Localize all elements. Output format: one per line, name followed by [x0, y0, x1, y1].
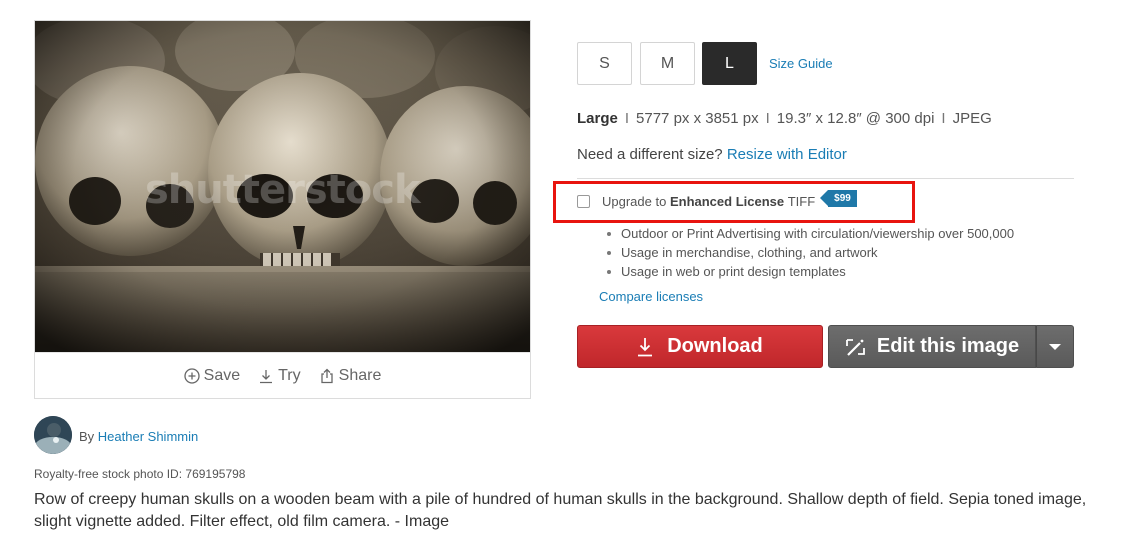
list-item: Usage in web or print design templates [607, 262, 1014, 281]
download-button[interactable]: Download [577, 325, 823, 368]
compare-licenses-link[interactable]: Compare licenses [599, 289, 703, 304]
license-benefits-list: Outdoor or Print Advertising with circul… [607, 224, 1014, 281]
try-button[interactable]: Try [258, 367, 301, 385]
size-small-button[interactable]: S [577, 42, 632, 85]
license-format: TIFF [787, 194, 816, 209]
download-label: Download [667, 335, 763, 357]
need-size-line: Need a different size? Resize with Edito… [577, 146, 847, 163]
enhanced-license-label: Enhanced License [669, 194, 785, 209]
save-button[interactable]: Save [184, 367, 240, 385]
author-prefix: By [79, 429, 95, 444]
share-label: Share [338, 366, 382, 384]
download-arrow-icon [260, 369, 273, 383]
size-medium-button[interactable]: M [640, 42, 695, 85]
spec-pixels: 5777 px x 3851 px [636, 110, 759, 127]
edit-options-dropdown[interactable] [1036, 325, 1074, 368]
size-guide-link[interactable]: Size Guide [769, 56, 833, 71]
plus-circle-icon [184, 367, 200, 384]
photo-id: Royalty-free stock photo ID: 769195798 [34, 467, 246, 481]
try-label: Try [278, 366, 301, 384]
divider [577, 178, 1074, 179]
magic-wand-icon [845, 338, 865, 356]
author-avatar-image [34, 416, 72, 454]
size-name: Large [577, 110, 618, 127]
caret-down-icon [1049, 343, 1061, 350]
price-tag: $99 [820, 190, 857, 207]
edit-image-button[interactable]: Edit this image [828, 325, 1036, 368]
enhanced-license-checkbox[interactable] [577, 195, 590, 208]
spec-inches: 19.3″ x 12.8″ @ 300 dpi [776, 110, 935, 127]
edit-label: Edit this image [876, 335, 1020, 357]
watermark-text: shutterstock [145, 167, 421, 213]
need-size-text: Need a different size? [577, 146, 723, 163]
image-actions: Save Try Share [35, 352, 530, 398]
download-arrow-icon [638, 337, 653, 356]
spec-separator: I [624, 110, 630, 127]
spec-separator: I [941, 110, 946, 127]
spec-format: JPEG [952, 110, 992, 127]
author-link[interactable]: Heather Shimmin [98, 429, 198, 444]
upgrade-license-row[interactable]: Upgrade to Enhanced License TIFF $99 [577, 190, 857, 210]
list-item: Outdoor or Print Advertising with circul… [607, 224, 1014, 243]
size-large-button[interactable]: L [702, 42, 757, 85]
share-button[interactable]: Share [319, 366, 382, 385]
upgrade-prefix: Upgrade to [602, 194, 667, 209]
save-label: Save [203, 366, 241, 384]
image-description: Row of creepy human skulls on a wooden b… [34, 491, 1087, 530]
author-line: By Heather Shimmin [79, 429, 198, 444]
share-icon [320, 368, 333, 383]
list-item: Usage in merchandise, clothing, and artw… [607, 243, 1014, 262]
avatar[interactable] [34, 416, 72, 454]
size-spec: Large I 5777 px x 3851 px I 19.3″ x 12.8″ @ … [577, 110, 992, 127]
spec-separator: I [765, 110, 770, 127]
stock-photo[interactable]: shutterstock [35, 21, 530, 352]
resize-editor-link[interactable]: Resize with Editor [727, 146, 847, 163]
image-card: shutterstock Save Try Share [34, 20, 531, 399]
